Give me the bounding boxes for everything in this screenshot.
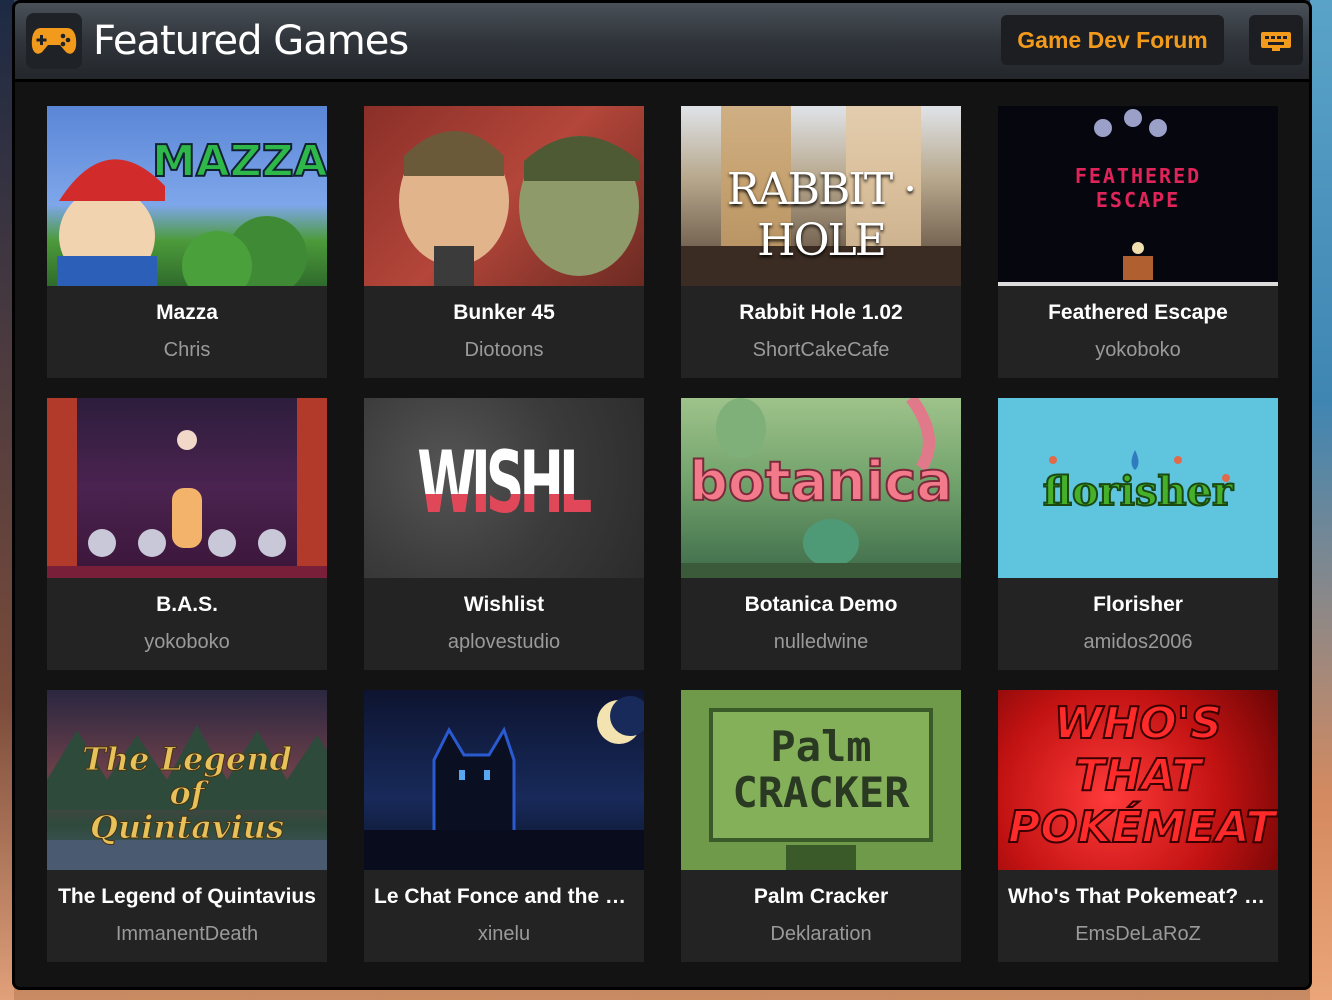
thumbnail-text: The Legend of Quintavius — [82, 740, 293, 846]
thumbnail-text: florisher — [1042, 467, 1234, 516]
game-author[interactable]: ShortCakeCafe — [681, 338, 961, 362]
game-card[interactable]: RABBIT · HOLE Rabbit Hole 1.02 ShortCake… — [681, 106, 961, 378]
thumbnail-text: botanica — [688, 449, 953, 514]
game-author[interactable]: Diotoons — [364, 338, 644, 362]
game-title[interactable]: Who's That Pokemeat? (… — [998, 884, 1278, 910]
game-author[interactable]: nulledwine — [681, 630, 961, 654]
game-card[interactable]: WHO'S THAT POKÉMEAT Who's That Pokemeat?… — [998, 690, 1278, 962]
game-thumbnail[interactable] — [364, 106, 644, 286]
thumbnail-text: RABBIT · HOLE — [726, 164, 917, 266]
game-title[interactable]: Rabbit Hole 1.02 — [681, 300, 961, 326]
game-author[interactable]: xinelu — [364, 922, 644, 946]
title-bar: Featured Games Game Dev Forum — [15, 3, 1309, 82]
game-author[interactable]: aplovestudio — [364, 630, 644, 654]
game-card[interactable]: Palm CRACKER Palm Cracker Deklaration — [681, 690, 961, 962]
game-title[interactable]: Le Chat Fonce and the S… — [364, 884, 644, 910]
game-thumbnail[interactable]: Palm CRACKER — [681, 690, 961, 870]
gamepad-icon — [26, 13, 82, 69]
thumbnail-text: FEATHERED ESCAPE — [1074, 164, 1202, 212]
game-thumbnail[interactable]: RABBIT · HOLE — [681, 106, 961, 286]
game-title[interactable]: Mazza — [47, 300, 327, 326]
game-thumbnail[interactable]: FEATHERED ESCAPE — [998, 106, 1278, 286]
game-card[interactable]: The Legend of Quintavius The Legend of Q… — [47, 690, 327, 962]
game-card[interactable]: Bunker 45 Diotoons — [364, 106, 644, 378]
game-title[interactable]: The Legend of Quintavius — [47, 884, 327, 910]
game-thumbnail[interactable]: WHO'S THAT POKÉMEAT — [998, 690, 1278, 870]
background-art-right — [1310, 0, 1332, 1000]
featured-games-window: Featured Games Game Dev Forum MAZZA Mazz… — [12, 0, 1312, 990]
game-thumbnail[interactable] — [47, 398, 327, 578]
game-title[interactable]: Feathered Escape — [998, 300, 1278, 326]
game-card[interactable]: Le Chat Fonce and the S… xinelu — [364, 690, 644, 962]
game-title[interactable]: Botanica Demo — [681, 592, 961, 618]
games-grid: MAZZA Mazza Chris Bunker 45 Diotoons RAB… — [47, 106, 1278, 962]
page-title: Featured Games — [93, 18, 409, 64]
game-card[interactable]: B.A.S. yokoboko — [47, 398, 327, 670]
game-author[interactable]: yokoboko — [998, 338, 1278, 362]
thumbnail-text: Palm CRACKER — [732, 722, 910, 817]
game-title[interactable]: Palm Cracker — [681, 884, 961, 910]
games-grid-area: MAZZA Mazza Chris Bunker 45 Diotoons RAB… — [15, 82, 1309, 987]
game-thumbnail[interactable]: botanica — [681, 398, 961, 578]
game-thumbnail[interactable]: WISHLIST — [364, 398, 644, 578]
game-author[interactable]: yokoboko — [47, 630, 327, 654]
game-thumbnail[interactable]: MAZZA — [47, 106, 327, 286]
game-author[interactable]: Chris — [47, 338, 327, 362]
game-card[interactable]: WISHLIST Wishlist aplovestudio — [364, 398, 644, 670]
game-thumbnail[interactable] — [364, 690, 644, 870]
game-dev-forum-button[interactable]: Game Dev Forum — [1001, 15, 1224, 65]
game-card[interactable]: botanica Botanica Demo nulledwine — [681, 398, 961, 670]
keyboard-icon[interactable] — [1249, 15, 1303, 65]
game-card[interactable]: florisher Florisher amidos2006 — [998, 398, 1278, 670]
game-title[interactable]: B.A.S. — [47, 592, 327, 618]
game-title[interactable]: Wishlist — [364, 592, 644, 618]
thumbnail-text: WHO'S THAT POKÉMEAT — [1007, 697, 1277, 854]
game-thumbnail[interactable]: florisher — [998, 398, 1278, 578]
game-card[interactable]: FEATHERED ESCAPE Feathered Escape yokobo… — [998, 106, 1278, 378]
game-author[interactable]: Deklaration — [681, 922, 961, 946]
game-title[interactable]: Bunker 45 — [364, 300, 644, 326]
thumbnail-text: WISHLIST — [417, 428, 644, 538]
game-title[interactable]: Florisher — [998, 592, 1278, 618]
thumbnail-text: MAZZA — [151, 135, 327, 188]
game-author[interactable]: ImmanentDeath — [47, 922, 327, 946]
game-author[interactable]: amidos2006 — [998, 630, 1278, 654]
game-author[interactable]: EmsDeLaRoZ — [998, 922, 1278, 946]
game-thumbnail[interactable]: The Legend of Quintavius — [47, 690, 327, 870]
game-card[interactable]: MAZZA Mazza Chris — [47, 106, 327, 378]
